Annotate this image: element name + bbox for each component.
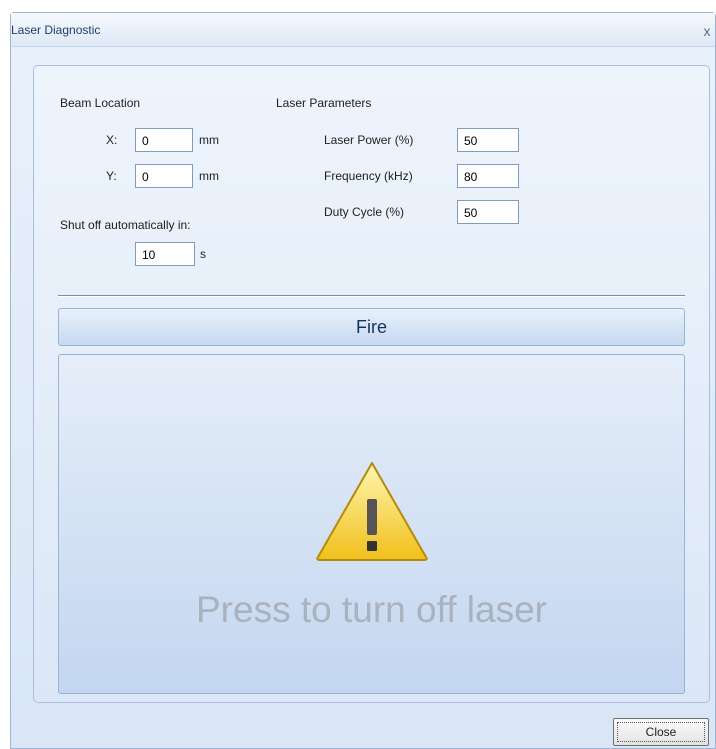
- laser-power-label: Laser Power (%): [324, 133, 414, 147]
- shutoff-unit: s: [200, 247, 206, 261]
- turn-off-laser-message: Press to turn off laser: [196, 589, 547, 630]
- y-label: Y:: [106, 169, 117, 183]
- x-label: X:: [106, 133, 118, 147]
- shutoff-label: Shut off automatically in:: [60, 218, 191, 232]
- main-panel: Beam Location X: mm Y: mm Shut off autom…: [33, 65, 710, 703]
- frequency-input[interactable]: [457, 164, 519, 188]
- laser-power-input[interactable]: [457, 128, 519, 152]
- laser-diagnostic-window: Laser Diagnostic x Beam Location X: mm Y…: [10, 12, 716, 749]
- warning-icon: [316, 462, 428, 561]
- close-icon[interactable]: x: [699, 23, 715, 39]
- separator: [58, 295, 685, 297]
- beam-location-heading: Beam Location: [60, 96, 141, 110]
- laser-parameters-heading: Laser Parameters: [276, 96, 372, 110]
- window-title: Laser Diagnostic: [11, 23, 101, 37]
- title-bar: Laser Diagnostic x: [11, 13, 715, 47]
- y-unit: mm: [199, 169, 219, 183]
- frequency-label: Frequency (kHz): [324, 169, 413, 183]
- x-unit: mm: [199, 133, 219, 147]
- shutoff-input[interactable]: [135, 242, 195, 266]
- duty-cycle-input[interactable]: [457, 200, 519, 224]
- duty-cycle-label: Duty Cycle (%): [324, 205, 405, 219]
- y-input[interactable]: [135, 164, 193, 188]
- close-button[interactable]: Close: [613, 718, 709, 746]
- turn-off-laser-button[interactable]: Press to turn off laser: [58, 354, 685, 694]
- x-input[interactable]: [135, 128, 193, 152]
- fire-button[interactable]: Fire: [58, 308, 685, 346]
